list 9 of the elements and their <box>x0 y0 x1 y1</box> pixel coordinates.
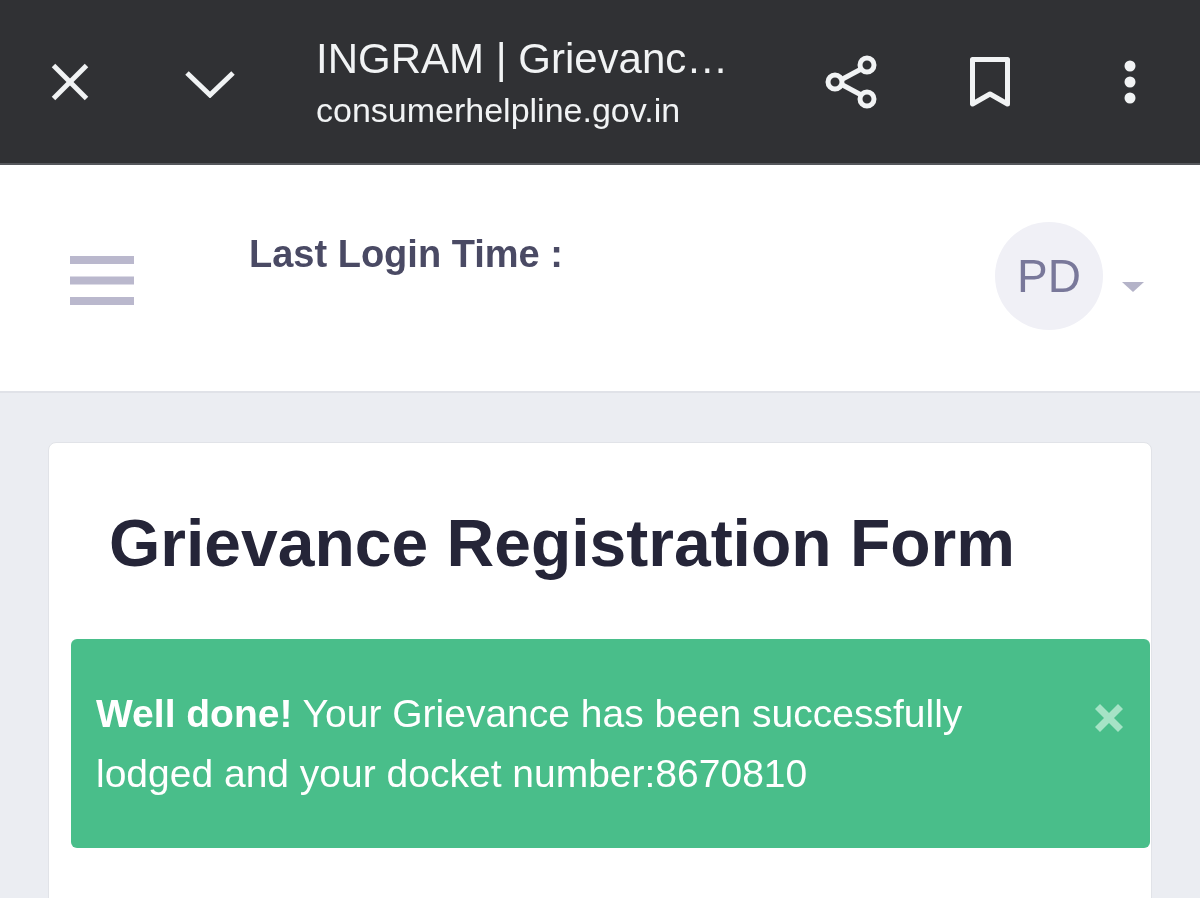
avatar-button[interactable]: PD <box>995 222 1103 330</box>
page-title: INGRAM | Grievanc… <box>316 33 730 84</box>
chevron-down-icon[interactable] <box>184 69 236 98</box>
alert-message: Well done! Your Grievance has been successfully lodged and your docket number:8670810 <box>96 691 964 797</box>
form-title: Grievance Registration Form <box>109 505 1016 582</box>
share-icon[interactable] <box>824 54 878 109</box>
last-login-label: Last Login Time : <box>249 232 563 277</box>
bookmark-icon[interactable] <box>970 56 1010 107</box>
page-url: consumerhelpline.gov.in <box>316 89 682 130</box>
